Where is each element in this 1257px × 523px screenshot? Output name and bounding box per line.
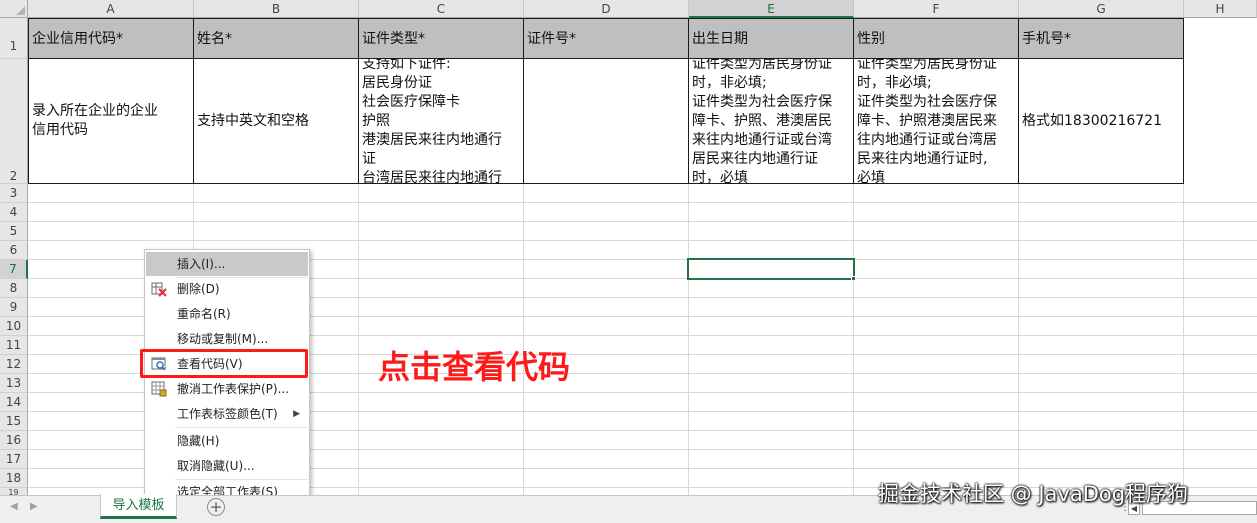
row-header-3[interactable]: 3 [0,184,28,203]
row-header-16[interactable]: 16 [0,431,28,450]
scroll-last-sheet-icon[interactable]: ▶ [30,501,38,512]
cell-a2[interactable]: 录入所在企业的企业 信用代码 [28,59,194,184]
scroll-first-sheet-icon[interactable]: ◀ [10,501,18,512]
row-header-18[interactable]: 18 [0,469,28,488]
menu-item-delete-label: 删除(D) [177,282,220,296]
cell-f2-text: 证件类型为居民身份证 时，非必填; 证件类型为社会医疗保 障卡、护照港澳居民来 … [857,59,997,184]
row-header-15[interactable]: 15 [0,412,28,431]
active-cell-e7[interactable] [687,258,855,280]
cell-e2-text: 证件类型为居民身份证 时，非必填; 证件类型为社会医疗保 障卡、护照、港澳居民 … [692,59,832,184]
cell-f1[interactable]: 性别 [854,18,1019,59]
row-header-2[interactable]: 2 [0,59,28,184]
row-header-7[interactable]: 7 [0,260,28,279]
cell-b2-text: 支持中英文和空格 [197,112,309,129]
cell-a1[interactable]: 企业信用代码* [28,18,194,59]
row-header-1[interactable]: 1 [0,18,28,59]
cell-g1[interactable]: 手机号* [1019,18,1184,59]
cell-f2[interactable]: 证件类型为居民身份证 时，非必填; 证件类型为社会医疗保 障卡、护照港澳居民来 … [854,59,1019,184]
highlight-box [140,349,308,378]
column-header-g[interactable]: G [1019,0,1184,18]
menu-item-move-copy[interactable]: 移动或复制(M)... [146,327,308,351]
fill-handle[interactable] [851,276,856,281]
menu-item-delete[interactable]: 删除(D) [146,277,308,301]
cell-g2[interactable]: 格式如18300216721 [1019,59,1184,184]
row-header-5[interactable]: 5 [0,222,28,241]
delete-sheet-icon [151,282,167,297]
menu-item-move-copy-label: 移动或复制(M)... [177,332,269,346]
column-header-f[interactable]: F [854,0,1019,18]
cell-e1[interactable]: 出生日期 [689,18,854,59]
cell-c2-text: 支持如下证件: 居民身份证 社会医疗保障卡 护照 港澳居民来往内地通行 证 台湾… [362,59,502,184]
row-header-4[interactable]: 4 [0,203,28,222]
row-header-11[interactable]: 11 [0,336,28,355]
column-header-a[interactable]: A [28,0,194,18]
row-header-6[interactable]: 6 [0,241,28,260]
add-sheet-icon[interactable]: + [207,498,225,516]
submenu-arrow-icon: ▶ [293,409,300,419]
column-header-c[interactable]: C [359,0,524,18]
row-header-12[interactable]: 12 [0,355,28,374]
menu-item-unprotect-sheet-label: 撤消工作表保护(P)... [177,382,290,396]
grid-line [28,240,1257,241]
menu-item-unprotect-sheet[interactable]: 撤消工作表保护(P)... [146,377,308,401]
cell-c2[interactable]: 支持如下证件: 居民身份证 社会医疗保障卡 护照 港澳居民来往内地通行 证 台湾… [359,59,524,184]
cell-b1[interactable]: 姓名* [194,18,359,59]
menu-item-hide[interactable]: 隐藏(H) [146,429,308,453]
cell-a2-text: 录入所在企业的企业 信用代码 [32,103,158,138]
column-header-b[interactable]: B [194,0,359,18]
menu-item-rename[interactable]: 重命名(R) [146,302,308,326]
menu-item-unhide-label: 取消隐藏(U)... [177,459,255,473]
cell-e2[interactable]: 证件类型为居民身份证 时，非必填; 证件类型为社会医疗保 障卡、护照、港澳居民 … [689,59,854,184]
column-header-e[interactable]: E [689,0,854,18]
row-header-10[interactable]: 10 [0,317,28,336]
watermark: 掘金技术社区 @ JavaDog程序狗 [878,482,1189,506]
row-header-14[interactable]: 14 [0,393,28,412]
select-all-corner[interactable] [0,0,28,18]
cell-c1[interactable]: 证件类型* [359,18,524,59]
annotation-text: 点击查看代码 [378,348,571,386]
row-header-8[interactable]: 8 [0,279,28,298]
grid-line [28,221,1257,222]
menu-item-insert[interactable]: 插入(I)... [146,252,308,276]
column-header-h[interactable]: H [1184,0,1257,18]
cell-g2-text: 格式如18300216721 [1022,112,1162,129]
unprotect-sheet-icon [151,381,167,397]
cell-d2[interactable] [524,59,689,184]
cell-d1[interactable]: 证件号* [524,18,689,59]
row-header-17[interactable]: 17 [0,450,28,469]
menu-item-insert-label: 插入(I)... [177,257,226,271]
menu-item-tab-color-label: 工作表标签颜色(T) [177,407,278,421]
column-header-d[interactable]: D [524,0,689,18]
menu-separator [175,427,307,428]
grid-line [28,202,1257,203]
menu-item-rename-label: 重命名(R) [177,307,231,321]
sheet-tab-import-template[interactable]: 导入模板 [100,494,177,519]
menu-item-tab-color[interactable]: 工作表标签颜色(T) ▶ [146,402,308,426]
sheet-tab-context-menu: 插入(I)... 删除(D) 重命名(R) 移动或复制(M)... 查看代码(V… [144,249,310,508]
cell-b2[interactable]: 支持中英文和空格 [194,59,359,184]
row-header-13[interactable]: 13 [0,374,28,393]
row-header-9[interactable]: 9 [0,298,28,317]
menu-item-unhide[interactable]: 取消隐藏(U)... [146,454,308,478]
menu-item-hide-label: 隐藏(H) [177,434,220,448]
